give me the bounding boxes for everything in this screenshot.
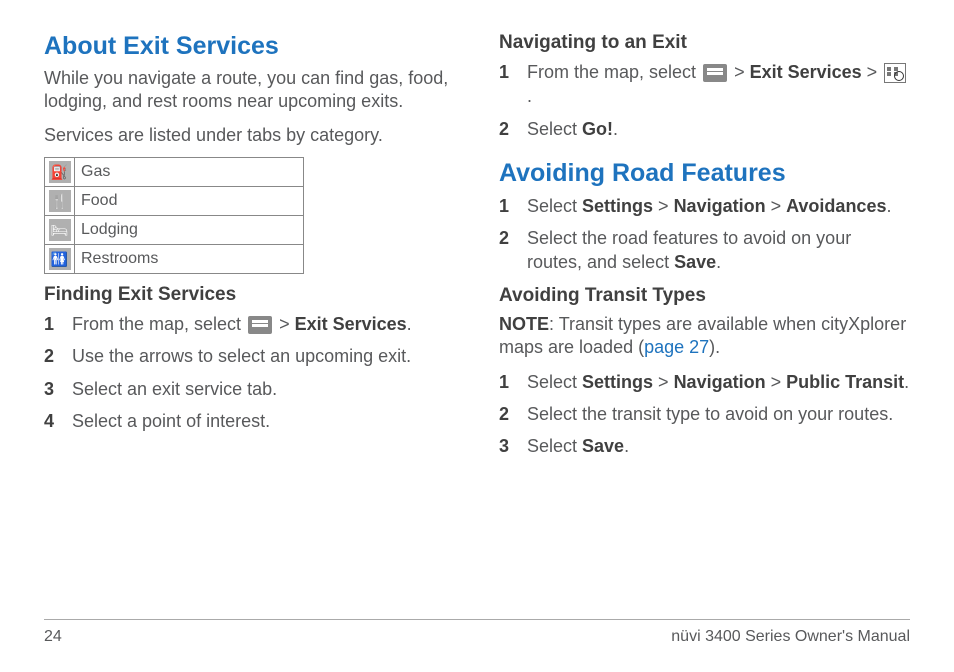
finding-steps: From the map, select > Exit Services. Us…: [44, 312, 455, 433]
lodging-icon: 🛏: [49, 219, 71, 241]
step-text: From the map, select: [72, 314, 246, 334]
avoiding-steps: Select Settings > Navigation > Avoidance…: [499, 194, 910, 275]
table-row: 🍴 Food: [45, 187, 304, 216]
period: .: [886, 196, 891, 216]
food-label: Food: [75, 187, 304, 216]
table-row: 🛏 Lodging: [45, 216, 304, 245]
separator: >: [862, 62, 883, 82]
right-column: Navigating to an Exit From the map, sele…: [499, 32, 910, 592]
period: .: [716, 252, 721, 272]
separator: >: [653, 372, 674, 392]
list-item: Select an exit service tab.: [44, 377, 455, 401]
gas-icon: ⛽: [49, 161, 71, 183]
step-text: Select: [527, 196, 582, 216]
about-exit-services-heading: About Exit Services: [44, 32, 455, 61]
list-item: From the map, select > Exit Services > .: [499, 60, 910, 109]
list-item: Select a point of interest.: [44, 409, 455, 433]
exit-services-term: Exit Services: [750, 62, 862, 82]
page-link[interactable]: page 27: [644, 337, 709, 357]
save-term: Save: [674, 252, 716, 272]
gas-label: Gas: [75, 158, 304, 187]
separator: >: [766, 372, 787, 392]
separator: >: [766, 196, 787, 216]
list-item: Select Save.: [499, 434, 910, 458]
restrooms-label: Restrooms: [75, 245, 304, 274]
list-item: Select Settings > Navigation > Public Tr…: [499, 370, 910, 394]
step-text: Select: [527, 119, 582, 139]
intro-paragraph-1: While you navigate a route, you can find…: [44, 67, 455, 114]
navigation-term: Navigation: [674, 372, 766, 392]
list-item: Use the arrows to select an upcoming exi…: [44, 344, 455, 368]
exit-list-icon: [884, 63, 906, 83]
page-number: 24: [44, 628, 62, 646]
list-item: From the map, select > Exit Services.: [44, 312, 455, 336]
avoiding-transit-types-heading: Avoiding Transit Types: [499, 285, 910, 307]
avoiding-road-features-heading: Avoiding Road Features: [499, 159, 910, 188]
left-column: About Exit Services While you navigate a…: [44, 32, 455, 592]
list-item: Select the transit type to avoid on your…: [499, 402, 910, 426]
list-item: Select Go!.: [499, 117, 910, 141]
settings-term: Settings: [582, 196, 653, 216]
period: .: [613, 119, 618, 139]
transit-steps: Select Settings > Navigation > Public Tr…: [499, 370, 910, 459]
step-text: From the map, select: [527, 62, 701, 82]
step-text: Select: [527, 436, 582, 456]
food-icon: 🍴: [49, 190, 71, 212]
separator: >: [274, 314, 295, 334]
list-item: Select Settings > Navigation > Avoidance…: [499, 194, 910, 218]
page-columns: About Exit Services While you navigate a…: [44, 32, 910, 592]
finding-exit-services-heading: Finding Exit Services: [44, 284, 455, 306]
table-row: 🚻 Restrooms: [45, 245, 304, 274]
services-table: ⛽ Gas 🍴 Food 🛏 Lodging 🚻 Restrooms: [44, 157, 304, 274]
note-label: NOTE: [499, 314, 549, 334]
transit-note: NOTE: Transit types are available when c…: [499, 313, 910, 360]
menu-icon: [248, 316, 272, 334]
table-row: ⛽ Gas: [45, 158, 304, 187]
period: .: [527, 86, 532, 106]
settings-term: Settings: [582, 372, 653, 392]
go-term: Go!: [582, 119, 613, 139]
public-transit-term: Public Transit: [786, 372, 904, 392]
restrooms-icon: 🚻: [49, 248, 71, 270]
step-text: Select: [527, 372, 582, 392]
period: .: [904, 372, 909, 392]
menu-icon: [703, 64, 727, 82]
manual-title: nüvi 3400 Series Owner's Manual: [671, 628, 910, 646]
navigating-steps: From the map, select > Exit Services > .…: [499, 60, 910, 141]
page-footer: 24 nüvi 3400 Series Owner's Manual: [44, 619, 910, 646]
separator: >: [729, 62, 750, 82]
period: .: [407, 314, 412, 334]
list-item: Select the road features to avoid on you…: [499, 226, 910, 275]
note-close: ).: [709, 337, 720, 357]
period: .: [624, 436, 629, 456]
lodging-label: Lodging: [75, 216, 304, 245]
separator: >: [653, 196, 674, 216]
intro-paragraph-2: Services are listed under tabs by catego…: [44, 124, 455, 147]
navigating-to-exit-heading: Navigating to an Exit: [499, 32, 910, 54]
save-term: Save: [582, 436, 624, 456]
avoidances-term: Avoidances: [786, 196, 886, 216]
navigation-term: Navigation: [674, 196, 766, 216]
exit-services-term: Exit Services: [295, 314, 407, 334]
